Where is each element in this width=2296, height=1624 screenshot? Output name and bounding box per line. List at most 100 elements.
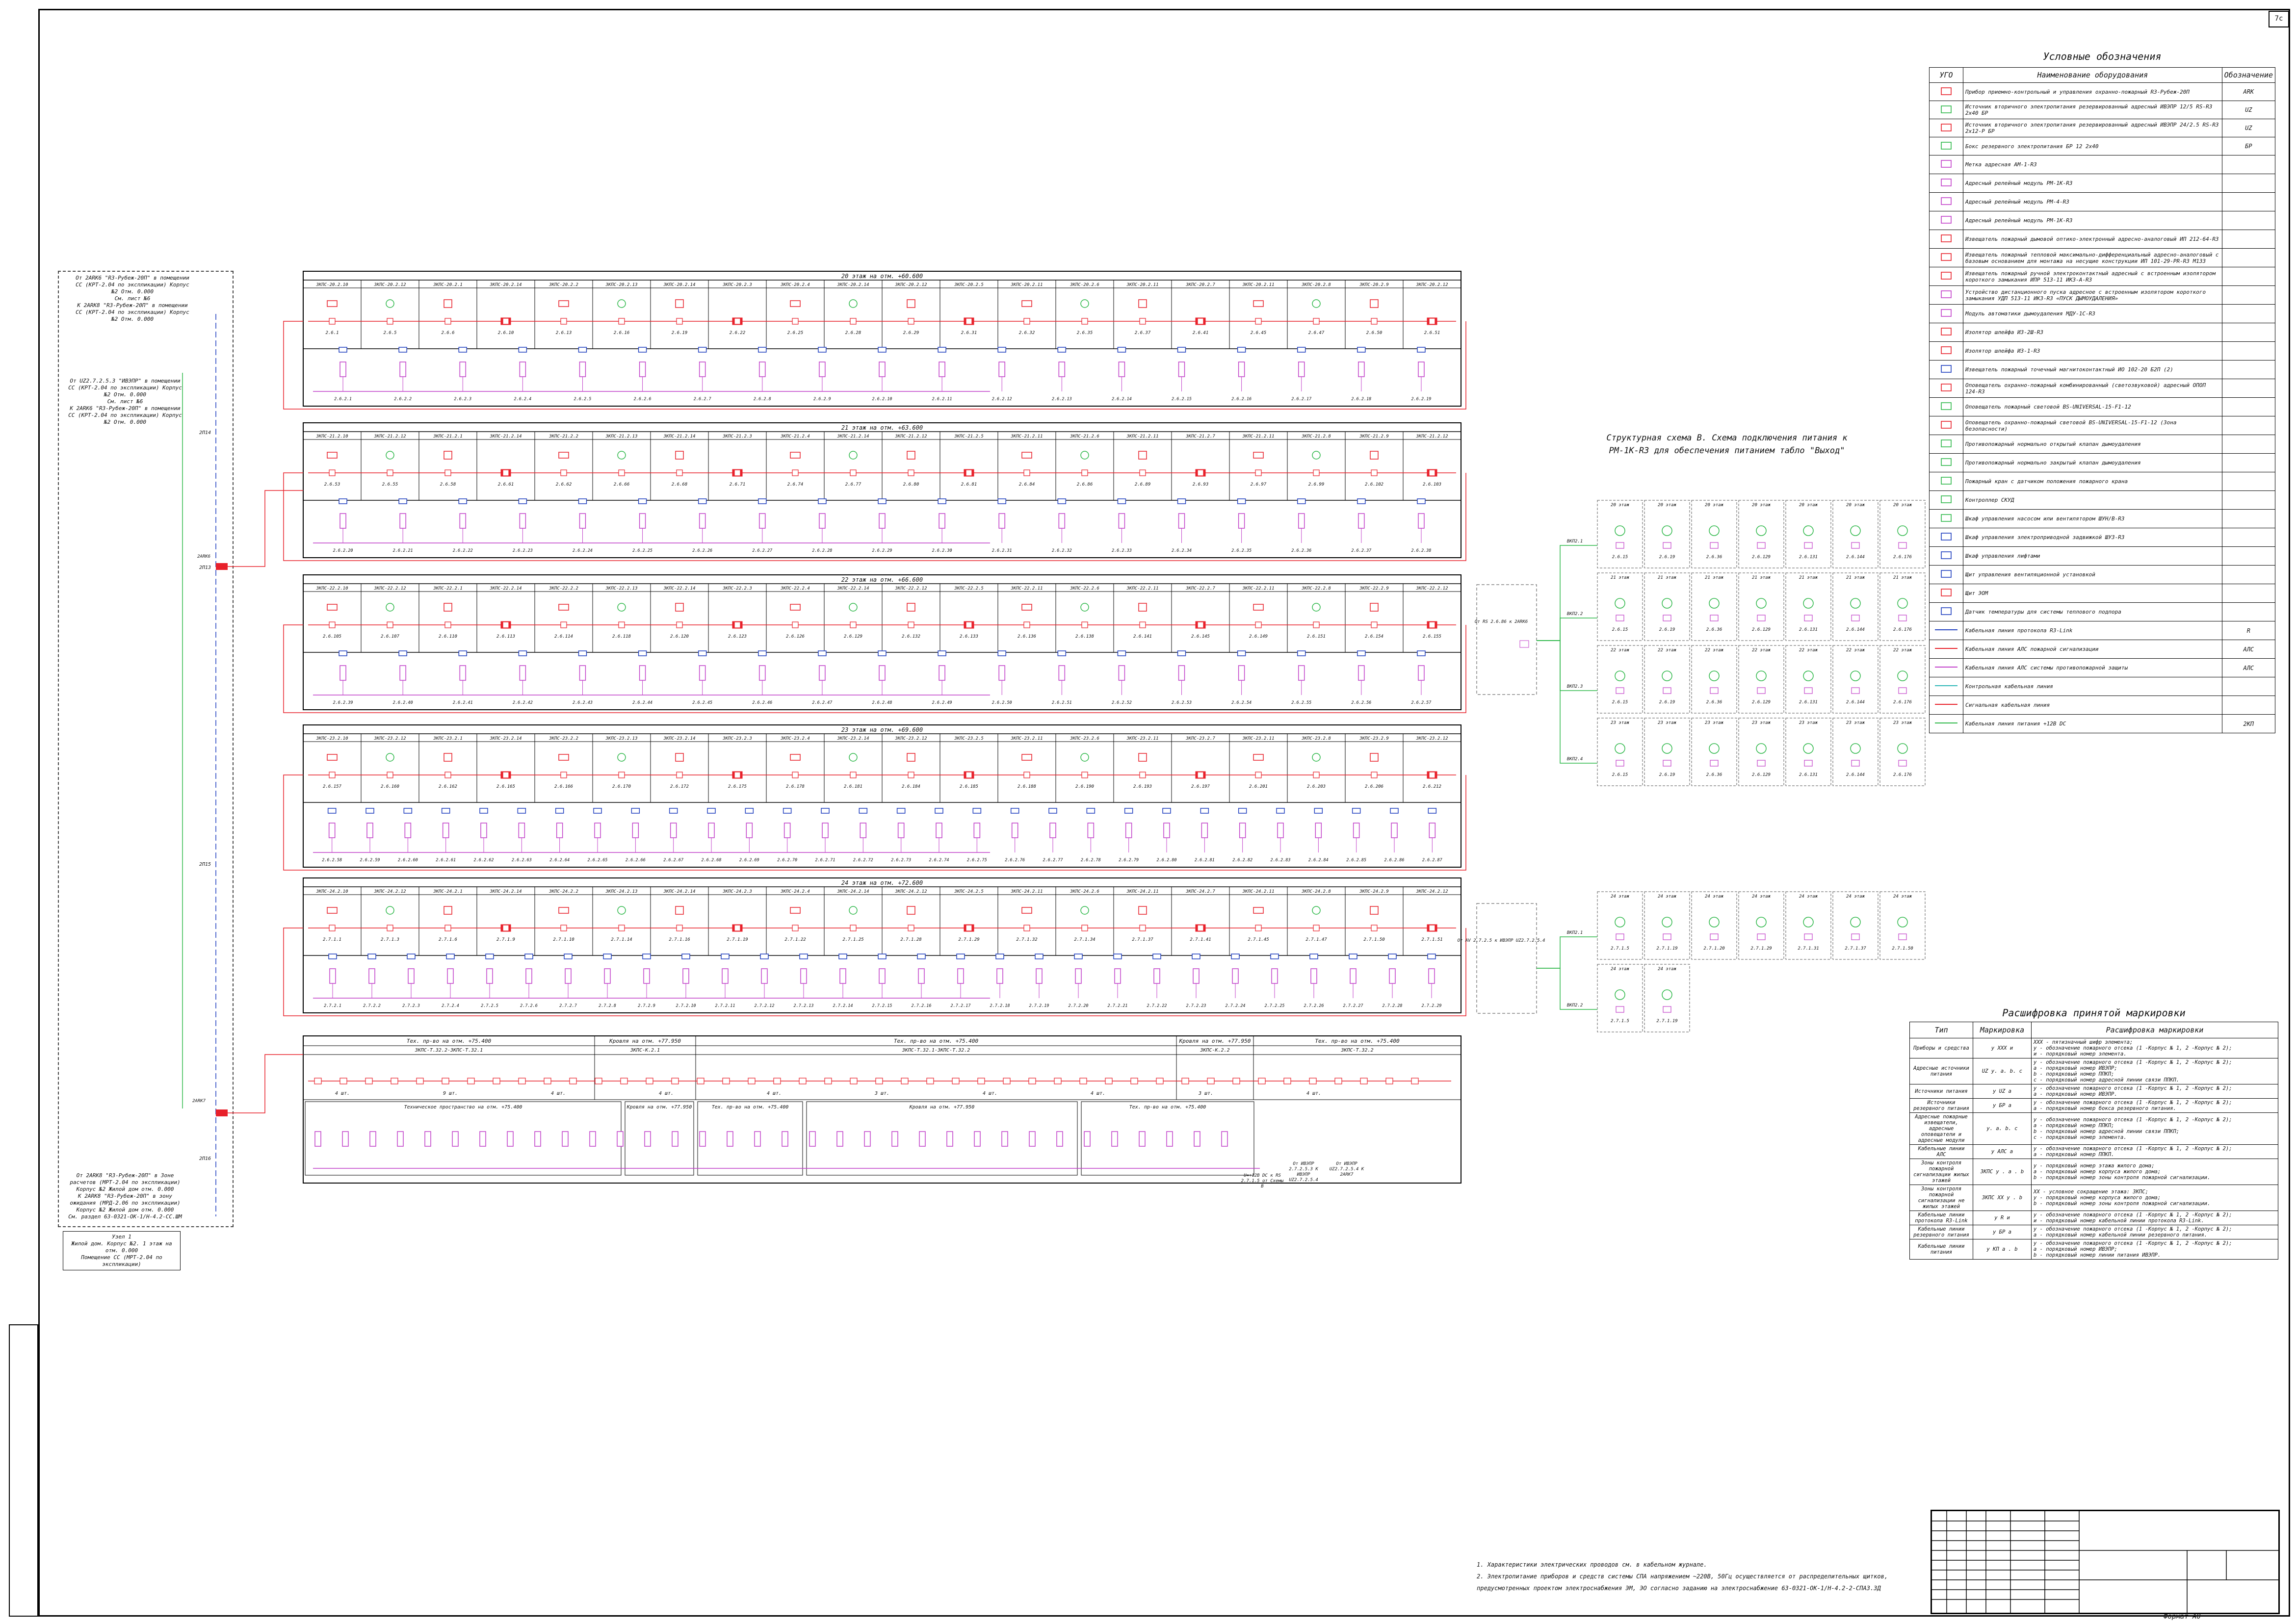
device-label: 2.6.144 [1846, 773, 1865, 777]
legend-name: Шкаф управления лифтами [1963, 546, 2222, 566]
light-notifier-icon [617, 603, 626, 612]
relay-module-icon [1851, 687, 1860, 694]
relay-module-icon [759, 513, 766, 529]
device-label: 2.6.2.14 [1112, 397, 1132, 402]
relay-module-icon [1804, 542, 1813, 549]
relay-module-icon [782, 1131, 788, 1147]
relay-module-icon [1125, 823, 1132, 838]
device-label: 2.7.2.27 [1343, 1004, 1364, 1008]
device-label: 2.6.61 [498, 482, 514, 487]
zone-label: ЗКПС-21.2.14 [663, 434, 695, 439]
zone-label: ЗКПС-21.2.12 [373, 434, 406, 439]
address-module-icon [1255, 469, 1262, 476]
manual-callpoint-icon [444, 603, 452, 612]
legend-name: Кабельная линия АЛС системы противопожар… [1963, 658, 2222, 677]
device-label: 2.7.2.19 [1029, 1004, 1049, 1008]
relay-module-icon [1001, 1131, 1008, 1147]
decode-mark: у АЛС а [1973, 1144, 2032, 1159]
relay-module-icon [1058, 361, 1066, 377]
device-label: 2.6.19 [672, 331, 688, 335]
device-label: 2.6.89 [1135, 482, 1151, 487]
device-label: 2.6.77 [845, 482, 861, 487]
device-label: 2.6.2.20 [333, 548, 353, 553]
zone-label: ЗКПС-22.2.10 [315, 586, 348, 591]
relay-module-icon [1391, 823, 1398, 838]
title-block [1931, 1510, 2280, 1614]
address-module-icon [329, 621, 336, 628]
light-notifier-icon [1615, 743, 1625, 754]
damper-icon [1117, 498, 1126, 504]
manual-callpoint-icon [1370, 299, 1379, 308]
zone-label: ЗКПС-23.2.8 [1301, 736, 1331, 741]
light-notifier-icon [849, 451, 858, 460]
relay-module-icon [1851, 542, 1860, 549]
damper-icon [1124, 808, 1133, 814]
device-label: 2.6.2.48 [872, 700, 892, 705]
detector-icon [1283, 1078, 1291, 1084]
device-label: 2.6.22 [730, 331, 746, 335]
light-notifier-icon [1850, 670, 1861, 681]
lower-section [806, 1101, 1078, 1176]
legend-code: БР [2221, 137, 2276, 155]
address-module-icon [734, 469, 741, 476]
device-label: 2.6.2.24 [573, 548, 593, 553]
relay-module-icon [670, 823, 677, 838]
zone-label: ЗКПС-К.2.2 [1200, 1048, 1229, 1053]
manual-callpoint-icon [907, 906, 915, 915]
light-notifier-icon [849, 753, 858, 762]
address-module-icon [1313, 621, 1320, 628]
device-label: 2.6.129 [844, 634, 862, 639]
decode-type: Адресные источники питания [1909, 1058, 1973, 1084]
damper-icon [458, 347, 468, 353]
zone-label: ЗКПС-23.2.12 [1415, 736, 1448, 741]
legend-panel: Условные обозначения УГО Наименование об… [1929, 51, 2276, 793]
legend-name: Оповещатель пожарный световой BS-UNIVERS… [1963, 397, 2222, 416]
decode-row: Кабельные линии протокола R3-Link у R иу … [1909, 1211, 2278, 1225]
device-label: 2.7.2.1 [324, 1004, 341, 1008]
damper-icon [638, 347, 647, 353]
damper-icon [997, 650, 1006, 656]
zone-label: ЗКПС-23.2.14 [663, 736, 695, 741]
device-label: 2.7.1.34 [1074, 937, 1095, 942]
manual-callpoint-icon [1138, 906, 1147, 915]
count-label: 3 шт. [874, 1091, 889, 1096]
device-label: 2.6.131 [1799, 700, 1818, 705]
smoke-detector-icon [790, 300, 801, 307]
zone-label: ЗКПС-20.2.11 [1242, 283, 1274, 287]
legend-row: Источник вторичного электропитания резер… [1929, 101, 2276, 119]
damper-icon [1357, 347, 1366, 353]
floor-label: 21 этаж [1752, 575, 1771, 580]
source-label: От АV 2.7.2.5 к ИВЭПР UZ2.7.2.5.4 [1458, 938, 1545, 943]
relay-module-icon [1389, 968, 1396, 984]
relay-module-icon [1418, 361, 1425, 377]
address-module-icon [908, 621, 914, 628]
detector-icon [646, 1078, 653, 1084]
address-module-icon [1371, 318, 1378, 325]
relay-module-icon [996, 968, 1003, 984]
relay-module-icon [486, 968, 493, 984]
damper-icon [564, 954, 573, 959]
device-label: 2.6.2.57 [1411, 700, 1432, 705]
decode-mark: у КП а . b [1973, 1239, 2032, 1260]
device-label: 2.6.41 [1193, 331, 1209, 335]
zone-label: ЗКПС-20.2.9 [1359, 283, 1389, 287]
legend-row: Щит управления вентиляционной установкой [1929, 565, 2276, 584]
light-notifier-icon [1803, 743, 1814, 754]
decode-mark: у БР а [1973, 1098, 2032, 1113]
address-module-icon [560, 925, 567, 931]
general-notes: 1. Характеристики электрических проводов… [1477, 1559, 1908, 1594]
device-label: 2.6.25 [787, 331, 804, 335]
damper-icon [339, 498, 347, 504]
legend-name: Модуль автоматики дымоудаления МДУ-1С-R3 [1963, 304, 2222, 323]
address-module-icon [1081, 772, 1088, 778]
damper-icon [1200, 808, 1209, 814]
light-notifier-icon [1662, 598, 1672, 609]
als-loop [283, 928, 1466, 1016]
device-label: 2.6.15 [1612, 773, 1628, 777]
smoke-detector-icon [558, 300, 569, 307]
light-notifier-icon [617, 906, 626, 915]
relay-module-icon [754, 1131, 761, 1147]
relay-module-icon [519, 665, 526, 681]
damper-icon [1357, 650, 1366, 656]
relay-module-icon [339, 665, 346, 681]
